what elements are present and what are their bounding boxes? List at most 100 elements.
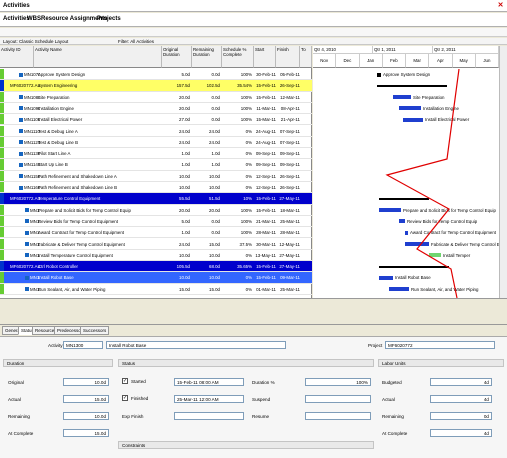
menu-wbs[interactable]: WBS bbox=[27, 16, 41, 22]
col-finish[interactable]: Finish bbox=[276, 46, 300, 68]
cell-st: 15-Feb-11 bbox=[256, 83, 276, 89]
cell-id: MF6020772.Auto.Sys.Eng bbox=[10, 83, 40, 89]
actual-units-field[interactable]: 4d bbox=[430, 395, 492, 403]
project-label: Project bbox=[368, 343, 383, 348]
cell-rd: 0.0d bbox=[211, 105, 220, 111]
row-indicator bbox=[0, 91, 4, 102]
table-row[interactable]: MN1090 Installation Engine 20.0d 0.0d 100% 11… bbox=[0, 102, 312, 115]
table-row[interactable]: MN1300Install Robot Base10.0d10.0d0%15-F… bbox=[0, 272, 312, 284]
tab-successors[interactable]: Successors bbox=[80, 326, 110, 335]
gantt-chart: Qtr 4, 2010 Qtr 1, 2011 Qtr 2, 2011 Nov D… bbox=[313, 46, 507, 298]
exp-finish-field[interactable] bbox=[174, 412, 244, 420]
cell-name: Installation Engine bbox=[38, 105, 74, 111]
finished-checkbox[interactable]: ✓ bbox=[122, 395, 128, 401]
cell-rd: 0.0d bbox=[211, 94, 220, 100]
gantt-quarter: Qtr 2, 2011 bbox=[433, 46, 499, 54]
row-indicator bbox=[0, 204, 4, 215]
menu-projects[interactable]: Projects bbox=[97, 16, 121, 22]
row-indicator bbox=[0, 249, 4, 261]
menu-activities[interactable]: Activities bbox=[3, 16, 30, 22]
original-duration-field[interactable]: 10.0d bbox=[63, 378, 109, 386]
cell-st: 28-Mar-11 bbox=[256, 230, 276, 236]
cell-od: 24.0d bbox=[179, 241, 190, 247]
col-percent-complete[interactable]: Schedule % Complete bbox=[222, 46, 254, 68]
filter-label[interactable]: Filter: All Activities bbox=[118, 39, 154, 44]
activity-id-field[interactable]: MN1300 bbox=[63, 341, 103, 349]
started-checkbox[interactable]: ✓ bbox=[122, 378, 128, 384]
cell-fi: 07-Sep-11 bbox=[279, 139, 300, 145]
detail-panel: Activity MN1300 Install Robot Base Proje… bbox=[0, 336, 507, 458]
at-complete-duration-field[interactable]: 15.0d bbox=[63, 429, 109, 437]
cell-name: Temperature Control Equipment bbox=[38, 196, 101, 202]
cell-fi: 27-May-11 bbox=[279, 196, 300, 202]
remaining-duration-field[interactable]: 10.0d bbox=[63, 412, 109, 420]
cell-rd: 10.0d bbox=[209, 252, 220, 258]
row-indicator bbox=[0, 148, 4, 159]
col-activity-id[interactable]: Activity ID bbox=[0, 46, 34, 68]
duration-pct-field[interactable]: 100% bbox=[305, 378, 371, 386]
started-date-field[interactable]: 15-Feb-11 08:00 AM bbox=[174, 378, 244, 386]
gantt-month: Mar bbox=[406, 54, 430, 68]
cell-fi: 21-Apr-11 bbox=[280, 117, 300, 123]
gantt-scrollbar[interactable] bbox=[499, 46, 507, 298]
col-original-duration[interactable]: Original Duration bbox=[162, 46, 192, 68]
col-start[interactable]: Start bbox=[254, 46, 276, 68]
table-row[interactable]: MN1140 Start Up Line B 1.0d 1.0d 0% 09-Sep-11… bbox=[0, 159, 312, 171]
table-row[interactable]: MN1150 Path Refinement and Shakedown Line… bbox=[0, 170, 312, 182]
close-icon[interactable]: ✕ bbox=[497, 2, 504, 9]
layout-label[interactable]: Layout: Classic Schedule Layout bbox=[3, 39, 68, 44]
project-field[interactable]: MF6020772 bbox=[385, 341, 495, 349]
table-row[interactable]: MN1120 Test & Debug Line B 24.0d 24.0d 0% 24-… bbox=[0, 136, 312, 149]
exp-finish-label: Exp Finish bbox=[122, 414, 144, 419]
col-remaining-duration[interactable]: Remaining Duration bbox=[192, 46, 222, 68]
finished-date-field[interactable]: 25-Mar-11 12:00 AM bbox=[174, 395, 244, 403]
remaining-units-field[interactable]: 0d bbox=[430, 412, 492, 420]
cell-fi: 12-May-11 bbox=[279, 241, 300, 247]
cell-od: 10.0d bbox=[179, 173, 190, 179]
table-row[interactable]: MN1080 Site Preparation 20.0d 0.0d 100% 15-Fe… bbox=[0, 91, 312, 103]
duration-section: Duration bbox=[3, 359, 113, 367]
table-row[interactable]: MN1170Prepare and Solicit Bids for Temp … bbox=[0, 204, 312, 216]
table-row[interactable]: MN1100 Install Electrical Power 27.0d 0.0d 1… bbox=[0, 114, 312, 126]
cell-fi: 12-Mar-11 bbox=[280, 94, 300, 100]
cell-od: 10.0d bbox=[179, 252, 190, 258]
activity-icon bbox=[19, 95, 23, 100]
actual-duration-field[interactable]: 15.0d bbox=[63, 395, 109, 403]
cell-pc: 0% bbox=[245, 286, 252, 292]
cell-st: 15-Feb-11 bbox=[256, 94, 276, 100]
resume-field[interactable] bbox=[305, 412, 371, 420]
wbs-row[interactable]: MF6020772.Auto.Sys.EngSystem Engineering… bbox=[0, 80, 312, 92]
status-section: Status bbox=[118, 359, 374, 367]
table-row[interactable]: MN1200Fabricate & Deliver Temp Control E… bbox=[0, 238, 312, 250]
col-total-float[interactable]: To bbox=[300, 46, 312, 68]
table-row[interactable]: MN1070 Approve System Design 5.0d 0.0d 100% 3… bbox=[0, 69, 312, 81]
table-row[interactable]: MN1310Run Sealant, Air, and Water Piping… bbox=[0, 283, 312, 295]
cell-pc: 10% bbox=[243, 196, 252, 202]
suspend-field[interactable] bbox=[305, 395, 371, 403]
row-indicator bbox=[0, 227, 4, 238]
activity-icon bbox=[25, 230, 29, 235]
cell-od: 5.0d bbox=[181, 218, 190, 224]
row-indicator bbox=[0, 272, 4, 283]
cell-fi: 26-Sep-11 bbox=[279, 173, 300, 179]
col-activity-name[interactable]: Activity Name bbox=[34, 46, 162, 68]
cell-pc: 0% bbox=[245, 252, 252, 258]
row-indicator bbox=[0, 159, 4, 170]
table-row[interactable]: MN1210Install Temperature Control Equipm… bbox=[0, 249, 312, 262]
cell-od: 24.0d bbox=[179, 139, 190, 145]
at-complete-units-field[interactable]: 4d bbox=[430, 429, 492, 437]
cell-st: 13-May-11 bbox=[255, 252, 276, 258]
budgeted-units-field[interactable]: 4d bbox=[430, 378, 492, 386]
cell-od: 10.0d bbox=[179, 275, 190, 281]
table-row[interactable]: MN1190Award Contract for Temp Control Eq… bbox=[0, 227, 312, 239]
wbs-row[interactable]: MF6020772.Auto.Sys.Eng.TempCtlTemperatur… bbox=[0, 193, 312, 205]
activity-name-field[interactable]: Install Robot Base bbox=[106, 341, 286, 349]
table-row[interactable]: MN1110 Test & Debug Line A 24.0d 24.0d 0% 24-… bbox=[0, 125, 312, 137]
wbs-row[interactable]: MF6020772.Auto.Sys.Eng.RobotCtrl Robot C… bbox=[0, 261, 312, 273]
table-row[interactable]: MN1160 Path Refinement and Shakedown Line… bbox=[0, 182, 312, 194]
table-row[interactable]: MN1130 Pilot Start Line A 1.0d 1.0d 0% 09-Sep… bbox=[0, 148, 312, 160]
cell-rd: 15.0d bbox=[209, 286, 220, 292]
cell-rd: 0.0d bbox=[211, 72, 220, 77]
cell-pc: 100% bbox=[240, 105, 252, 111]
table-row[interactable]: MN1180Review Bids for Temp Control Equip… bbox=[0, 215, 312, 228]
